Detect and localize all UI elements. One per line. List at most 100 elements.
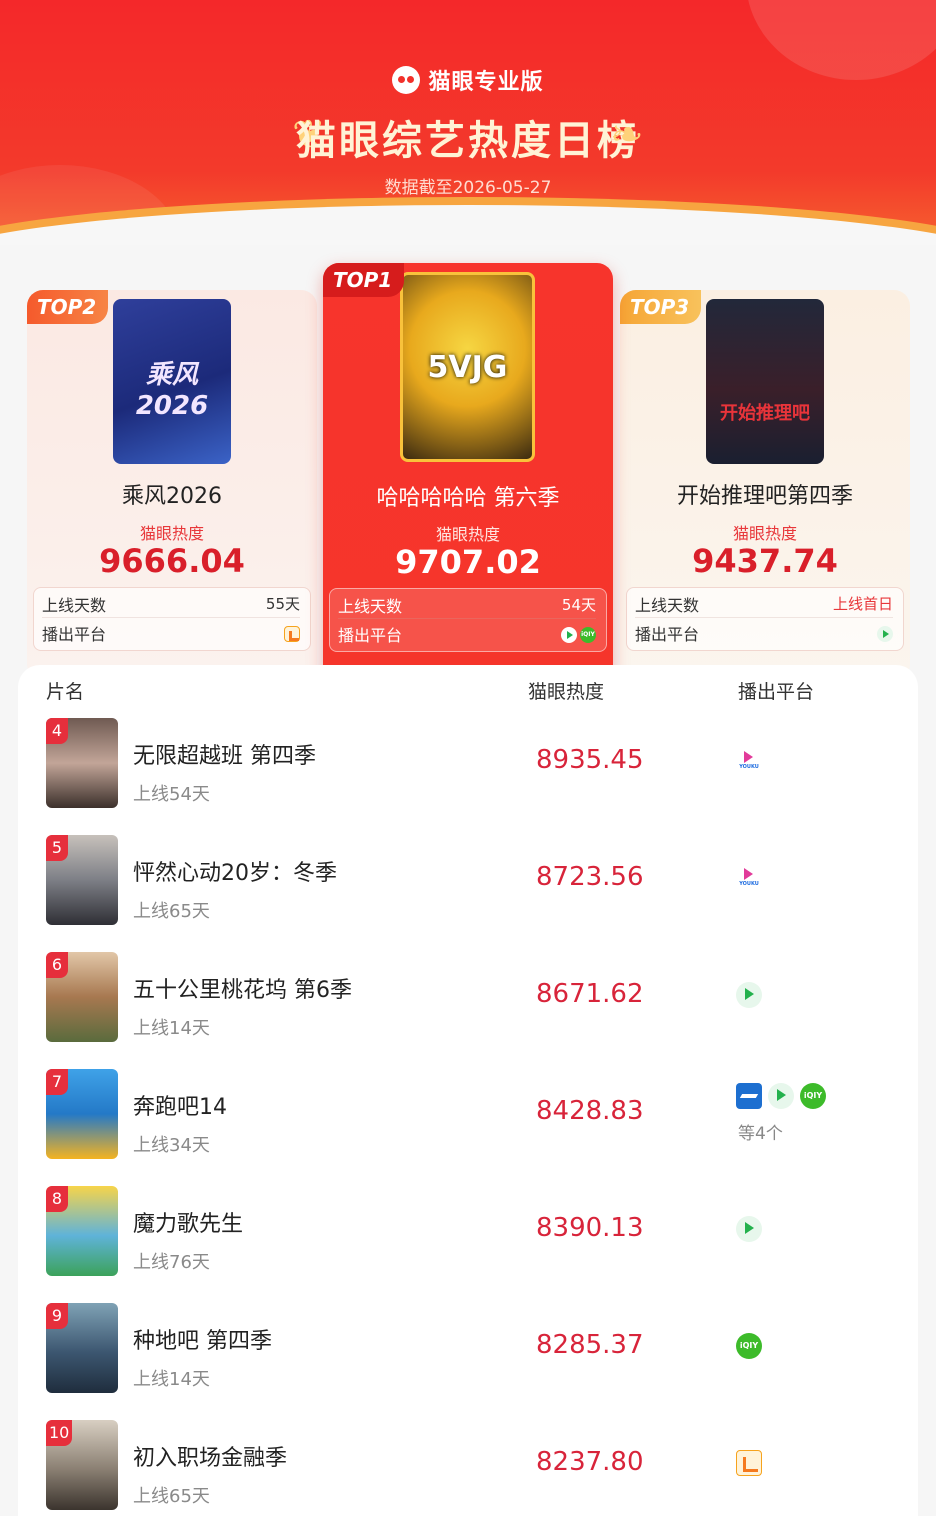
rank-tag: TOP2 [27,290,109,324]
heat-value: 9707.02 [395,543,541,581]
days-value: 上线首日 [832,595,893,613]
poster-thumbnail: 9 [46,1303,118,1393]
heat-value: 8237.80 [536,1447,644,1477]
page-title: 猫眼综艺热度日榜 [296,118,640,164]
rank-badge: 7 [46,1069,68,1095]
info-box: 上线天数 54天 播出平台 iQIY [329,588,607,652]
mango-tv-icon [736,1450,762,1476]
list-item[interactable]: 6 五十公里桃花坞 第6季 上线14天 8671.62 [18,952,918,1069]
platform-label: 播出平台 [338,626,403,645]
rank-badge: 4 [46,718,68,744]
poster-thumbnail: 8 [46,1186,118,1276]
list-item[interactable]: 8 魔力歌先生 上线76天 8390.13 [18,1186,918,1303]
poster-text: 乘风 2026 [135,360,209,421]
poster-thumbnail: 5 [46,835,118,925]
heat-value: 8285.37 [536,1330,644,1360]
header-banner: 猫眼专业版 ❦ 猫眼综艺热度日榜 ❧ 数据截至2026-05-27 [0,0,936,245]
days-online: 上线65天 [133,1486,210,1507]
platform-row: 播出平台 [42,619,300,647]
platform-label: 播出平台 [42,625,107,644]
platform-icons [736,982,762,1008]
info-box: 上线天数 55天 播出平台 [33,587,311,651]
youku-icon [736,748,762,774]
days-online: 上线34天 [133,1135,210,1156]
tencent-video-icon [736,1216,762,1242]
list-item[interactable]: 10 初入职场金融季 上线65天 8237.80 [18,1420,918,1516]
show-title: 无限超越班 第四季 [133,744,316,769]
more-platforms[interactable]: 等4个 [738,1119,783,1144]
days-row: 上线天数 55天 [42,590,300,618]
top3-card[interactable]: 开始推理吧 TOP3 开始推理吧第四季 猫眼热度 9437.74 上线天数 上线… [620,290,910,680]
rank-badge: 8 [46,1186,68,1212]
platform-row: 播出平台 [635,619,893,647]
info-box: 上线天数 上线首日 播出平台 [626,587,904,651]
days-value: 55天 [265,595,300,613]
tencent-video-icon [877,626,893,642]
list-item[interactable]: 9 种地吧 第四季 上线14天 8285.37 iQIY [18,1303,918,1420]
rank-badge: 5 [46,835,68,861]
list-header: 片名 猫眼热度 播出平台 [18,677,918,707]
poster-thumbnail: 10 [46,1420,118,1510]
list-item[interactable]: 5 怦然心动20岁：冬季 上线65天 8723.56 [18,835,918,952]
heat-value: 8935.45 [536,745,644,775]
heat-value: 9666.04 [99,542,245,580]
platform-icons [736,748,762,774]
show-title: 五十公里桃花坞 第6季 [133,978,352,1003]
days-row: 上线天数 上线首日 [635,590,893,618]
youku-icon [736,865,762,891]
header-platform: 播出平台 [738,681,815,703]
zhejiang-tv-icon [736,1083,762,1109]
platform-icons [736,865,762,891]
platform-label: 播出平台 [635,625,700,644]
rank-tag: TOP3 [620,290,702,324]
data-date: 数据截至2026-05-27 [384,178,552,198]
rank-badge: 6 [46,952,68,978]
tencent-video-icon [561,627,577,643]
heat-value: 8390.13 [536,1213,644,1243]
days-label: 上线天数 [635,595,700,615]
iqiyi-icon: iQIY [800,1083,826,1109]
brand: 猫眼专业版 [0,64,936,96]
platform-icons: iQIY [736,1083,826,1109]
ranking-list: 片名 猫眼热度 播出平台 4 无限超越班 第四季 上线54天 8935.45 5… [18,665,918,1516]
platform-icons [736,1450,762,1476]
tencent-video-icon [768,1083,794,1109]
show-title: 初入职场金融季 [133,1446,288,1471]
poster-image: 5VJG [400,272,535,462]
heat-label: 猫眼热度 [139,524,204,543]
days-online: 上线65天 [133,901,210,922]
mango-tv-icon [284,626,300,642]
heat-label: 猫眼热度 [435,525,500,544]
platform-row: 播出平台 iQIY [338,620,596,648]
poster-image: 开始推理吧 [706,299,824,464]
poster-image: 乘风 2026 [113,299,231,464]
show-title: 奔跑吧14 [133,1095,227,1120]
heat-value: 8428.83 [536,1096,644,1126]
list-item[interactable]: 7 奔跑吧14 上线34天 8428.83 iQIY 等4个 [18,1069,918,1186]
heat-value: 9437.74 [692,542,838,580]
show-title: 乘风2026 [122,484,222,509]
maoyan-logo-icon [392,66,421,94]
days-online: 上线14天 [133,1369,210,1390]
iqiyi-icon: iQIY [580,627,596,643]
list-item[interactable]: 4 无限超越班 第四季 上线54天 8935.45 [18,718,918,835]
top1-card[interactable]: 5VJG TOP1 哈哈哈哈哈 第六季 猫眼热度 9707.02 上线天数 54… [323,263,613,683]
rank-badge: 10 [46,1420,73,1446]
show-title: 魔力歌先生 [133,1212,244,1237]
days-online: 上线14天 [133,1018,210,1039]
show-title: 种地吧 第四季 [133,1329,272,1354]
laurel-right-icon: ❧ [610,112,644,158]
header-name: 片名 [46,681,85,703]
days-label: 上线天数 [338,596,403,616]
brand-name: 猫眼专业版 [428,70,544,95]
days-label: 上线天数 [42,595,107,615]
top2-card[interactable]: 乘风 2026 TOP2 乘风2026 猫眼热度 9666.04 上线天数 55… [27,290,317,680]
rank-tag: TOP1 [323,263,405,297]
poster-thumbnail: 7 [46,1069,118,1159]
header-heat: 猫眼热度 [528,681,605,703]
iqiyi-icon: iQIY [736,1333,762,1359]
days-value: 54天 [561,596,596,614]
heat-label: 猫眼热度 [732,524,797,543]
days-row: 上线天数 54天 [338,591,596,619]
days-online: 上线54天 [133,784,210,805]
